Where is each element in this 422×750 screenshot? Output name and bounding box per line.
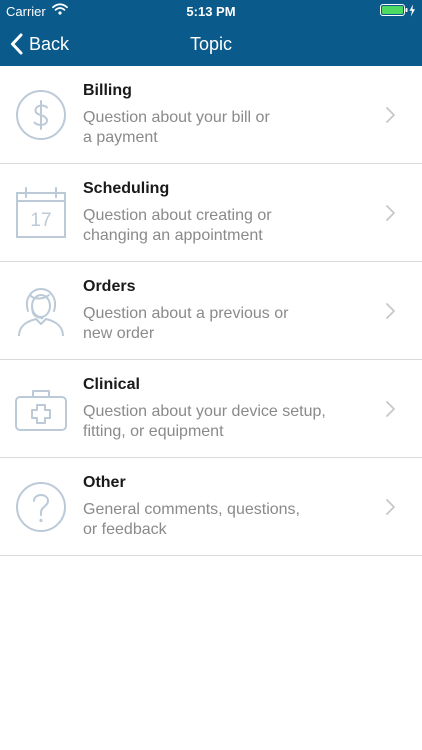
topic-description: Question about your bill or a payment <box>83 109 270 146</box>
chevron-right-icon <box>386 107 395 123</box>
topic-row-billing[interactable]: Billing Question about your bill or a pa… <box>0 66 422 164</box>
calendar-day-number: 17 <box>30 210 51 231</box>
status-bar: Carrier 5:13 PM <box>0 0 422 22</box>
page-title: Topic <box>189 34 233 54</box>
calendar-icon: 17 <box>16 187 66 238</box>
question-icon <box>16 482 66 532</box>
topic-title: Scheduling <box>83 180 170 197</box>
topic-title: Orders <box>83 278 136 295</box>
topic-description: Question about your device setup, fittin… <box>83 403 326 440</box>
topic-list: Billing Question about your bill or a pa… <box>0 66 422 556</box>
status-time: 5:13 PM <box>186 4 236 19</box>
chevron-right-icon <box>386 303 395 319</box>
topic-title: Billing <box>83 82 132 99</box>
topic-description: Question about creating or changing an a… <box>83 207 272 244</box>
medical-kit-icon <box>15 390 67 431</box>
topic-description: General comments, questions, or feedback <box>83 501 300 538</box>
chevron-right-icon <box>386 499 395 515</box>
topic-title: Other <box>83 474 126 491</box>
dollar-icon <box>16 90 66 140</box>
battery-icon <box>380 4 415 17</box>
topic-row-other[interactable]: Other General comments, questions, or fe… <box>0 458 422 556</box>
topic-row-orders[interactable]: Orders Question about a previous or new … <box>0 262 422 360</box>
topic-row-clinical[interactable]: Clinical Question about your device setu… <box>0 360 422 458</box>
navigation-bar: Back Topic <box>0 22 422 66</box>
headset-agent-icon <box>18 287 64 337</box>
topic-title: Clinical <box>83 376 140 393</box>
topic-description: Question about a previous or new order <box>83 305 289 342</box>
chevron-right-icon <box>386 205 395 221</box>
chevron-right-icon <box>386 401 395 417</box>
topic-row-scheduling[interactable]: 17 Scheduling Question about creating or… <box>0 164 422 262</box>
